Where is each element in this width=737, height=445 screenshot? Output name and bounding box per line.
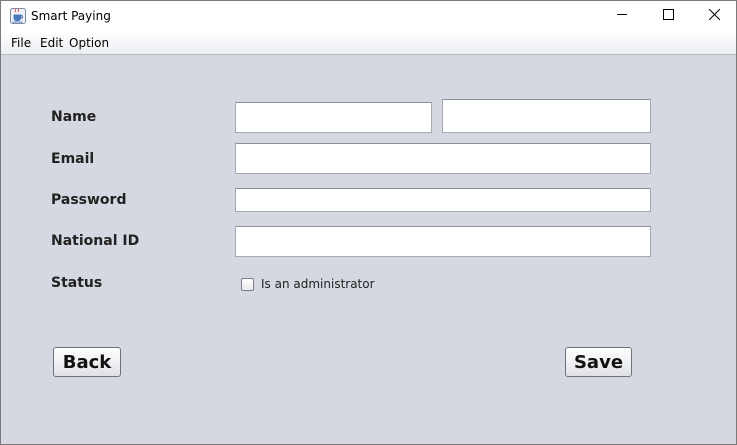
first-name-input[interactable] [235, 102, 432, 133]
name-label: Name [51, 109, 97, 125]
close-button[interactable] [691, 1, 736, 31]
menu-file[interactable]: File [11, 36, 31, 50]
maximize-icon [662, 7, 674, 25]
window-title: Smart Paying [31, 9, 111, 23]
save-button[interactable]: Save [565, 347, 632, 377]
national-id-label: National ID [51, 233, 140, 249]
back-button[interactable]: Back [53, 347, 121, 377]
email-label: Email [51, 151, 95, 167]
maximize-button[interactable] [645, 1, 691, 31]
last-name-input[interactable] [442, 99, 651, 133]
java-cup-icon [10, 8, 26, 24]
password-label: Password [51, 192, 127, 208]
menu-bar: File Edit Option [1, 32, 736, 55]
email-input[interactable] [235, 143, 651, 174]
status-label: Status [51, 275, 103, 291]
close-icon [708, 7, 720, 25]
admin-checkbox[interactable] [241, 277, 254, 291]
admin-checkbox-label[interactable]: Is an administrator [261, 277, 375, 291]
menu-edit[interactable]: Edit [40, 36, 63, 50]
minimize-button[interactable] [599, 1, 645, 31]
minimize-icon [616, 7, 628, 25]
menu-option[interactable]: Option [69, 36, 109, 50]
app-window: Smart Paying File Edit Option Name Email… [0, 0, 737, 445]
admin-checkbox-row[interactable]: Is an administrator [241, 276, 375, 292]
title-bar[interactable]: Smart Paying [1, 1, 736, 32]
national-id-input[interactable] [235, 226, 651, 257]
password-input[interactable] [235, 188, 651, 212]
